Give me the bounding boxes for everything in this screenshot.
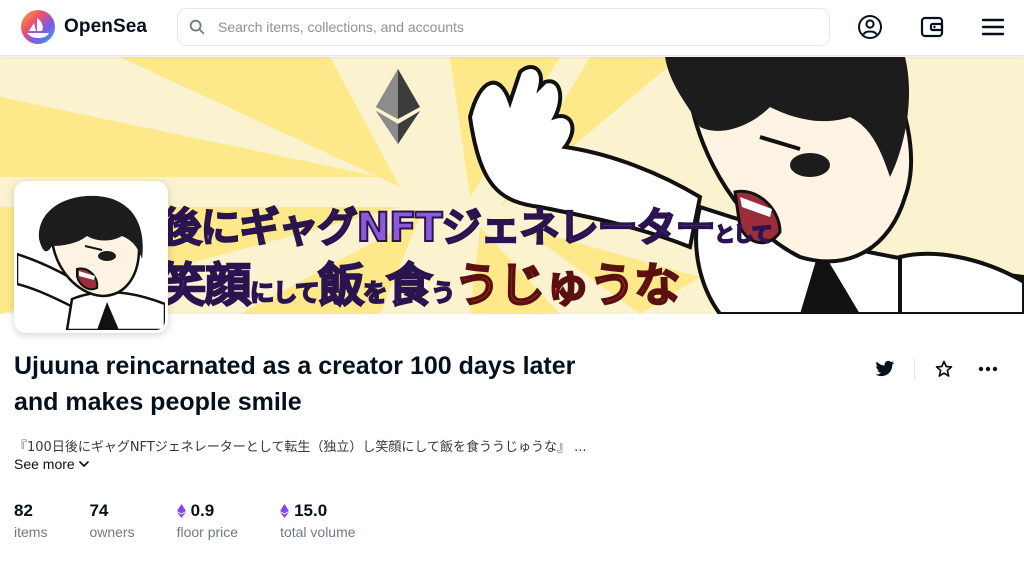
stat-items-value: 82 (14, 501, 33, 520)
collection-avatar (14, 181, 168, 333)
opensea-logo-link[interactable]: OpenSea (20, 9, 147, 45)
star-icon[interactable] (929, 356, 959, 382)
ethereum-icon (376, 69, 420, 144)
menu-icon[interactable] (979, 13, 1007, 41)
collection-stats: 82 items 74 owners 0.9 floor price 15.0 … (14, 500, 398, 540)
more-icon[interactable] (973, 356, 1003, 382)
stat-items-label: items (14, 524, 48, 540)
stat-floor-price[interactable]: 0.9 floor price (176, 500, 239, 540)
stat-total-volume-value: 15.0 (294, 501, 328, 520)
stat-total-volume-label: total volume (280, 524, 356, 540)
eth-icon (176, 504, 186, 518)
search-input[interactable] (218, 19, 829, 35)
brand-name: OpenSea (64, 16, 148, 37)
collection-actions (870, 356, 1003, 382)
stat-owners[interactable]: 74 owners (89, 500, 134, 540)
search-bar[interactable] (177, 8, 830, 46)
eth-icon (280, 504, 290, 518)
collection-description: 『100日後にギャグNFTジェネレーターとして転生（独立）し笑顔にして飯を食うう… (14, 440, 587, 455)
top-navigation: OpenSea (0, 0, 1024, 56)
stat-floor-price-value: 0.9 (190, 501, 215, 520)
stat-owners-value: 74 (89, 501, 109, 520)
search-icon (189, 19, 205, 35)
stat-total-volume[interactable]: 15.0 total volume (280, 500, 356, 540)
stat-owners-label: owners (89, 524, 135, 540)
collection-title: Ujuuna reincarnated as a creator 100 day… (14, 352, 576, 416)
opensea-logo-icon (21, 10, 55, 44)
stat-items[interactable]: 82 items (14, 500, 47, 540)
stat-total-volume-row: 15.0 (280, 500, 355, 522)
banner-title-line-2: 笑顔にして飯を食ううじゅうな (159, 257, 681, 313)
chevron-down-icon (78, 461, 89, 467)
wallet-icon[interactable] (918, 13, 946, 41)
stat-floor-price-label: floor price (176, 524, 239, 540)
see-more-label: See more (14, 456, 75, 472)
actions-divider (914, 358, 915, 380)
stat-floor-price-row: 0.9 (176, 500, 238, 522)
twitter-icon[interactable] (870, 356, 900, 382)
see-more-button[interactable]: See more (14, 456, 89, 472)
profile-icon[interactable] (856, 13, 884, 41)
